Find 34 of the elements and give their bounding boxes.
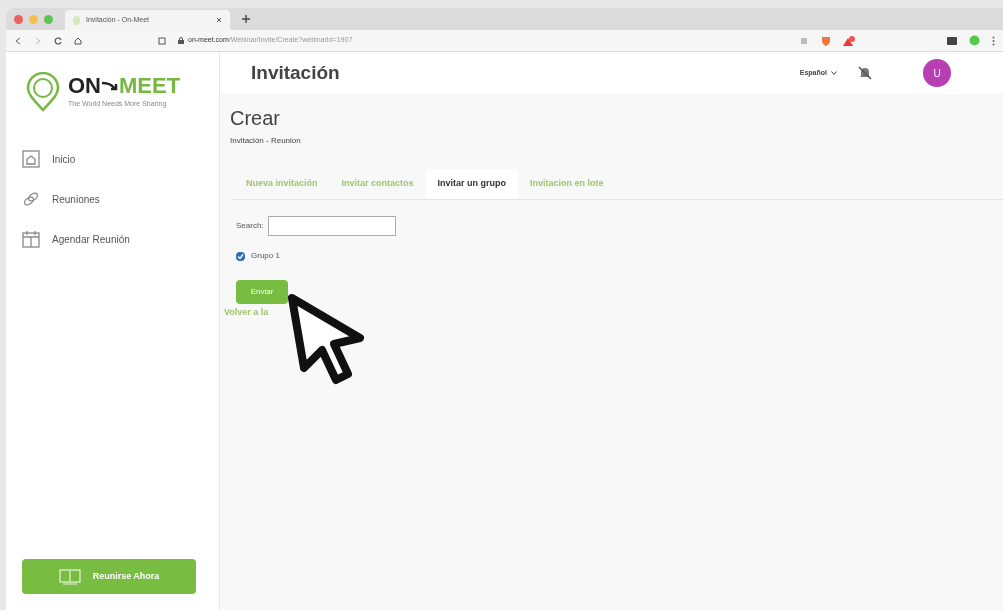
checkbox[interactable] xyxy=(236,251,245,261)
calendar-icon xyxy=(22,230,40,248)
user-avatar[interactable]: U xyxy=(923,59,951,87)
shield-icon[interactable] xyxy=(821,35,831,46)
arrow-icon xyxy=(101,79,119,92)
logo-wordmark: ON xyxy=(68,74,101,97)
sidebar-item[interactable]: Agendar Reunión xyxy=(22,230,199,248)
search-field[interactable] xyxy=(267,216,396,236)
muted-bell-icon[interactable] xyxy=(857,65,873,81)
book-icon xyxy=(58,568,81,585)
reload-icon[interactable] xyxy=(54,36,62,45)
page-title: Crear xyxy=(230,106,281,131)
header-title: Invitación xyxy=(251,60,340,85)
home-icon[interactable] xyxy=(74,36,82,45)
plus-icon[interactable] xyxy=(242,15,250,23)
back-icon[interactable] xyxy=(14,36,22,45)
close-icon[interactable] xyxy=(216,17,222,23)
tab[interactable]: Invitar un grupo xyxy=(425,169,519,199)
sidebar-item[interactable]: Reuniones xyxy=(22,190,199,208)
chevron-down-icon xyxy=(831,71,837,75)
triangle-icon[interactable] xyxy=(843,35,855,46)
bookmark-icon[interactable] xyxy=(158,36,166,45)
sidebar-item[interactable]: Inicio xyxy=(22,150,199,168)
link-icon xyxy=(22,190,40,208)
favicon-icon xyxy=(73,15,80,25)
lock-icon xyxy=(178,37,184,44)
menu-icon[interactable] xyxy=(992,35,995,46)
logo-icon xyxy=(26,72,60,112)
house-icon xyxy=(22,150,40,168)
breadcrumb: Invitación - Reunion xyxy=(230,135,302,147)
close-window-icon[interactable] xyxy=(14,14,23,24)
search-label: Search: xyxy=(236,220,264,232)
logo-wordmark: MEET xyxy=(119,74,181,97)
checkbox-label: Grupo 1 xyxy=(251,250,280,262)
